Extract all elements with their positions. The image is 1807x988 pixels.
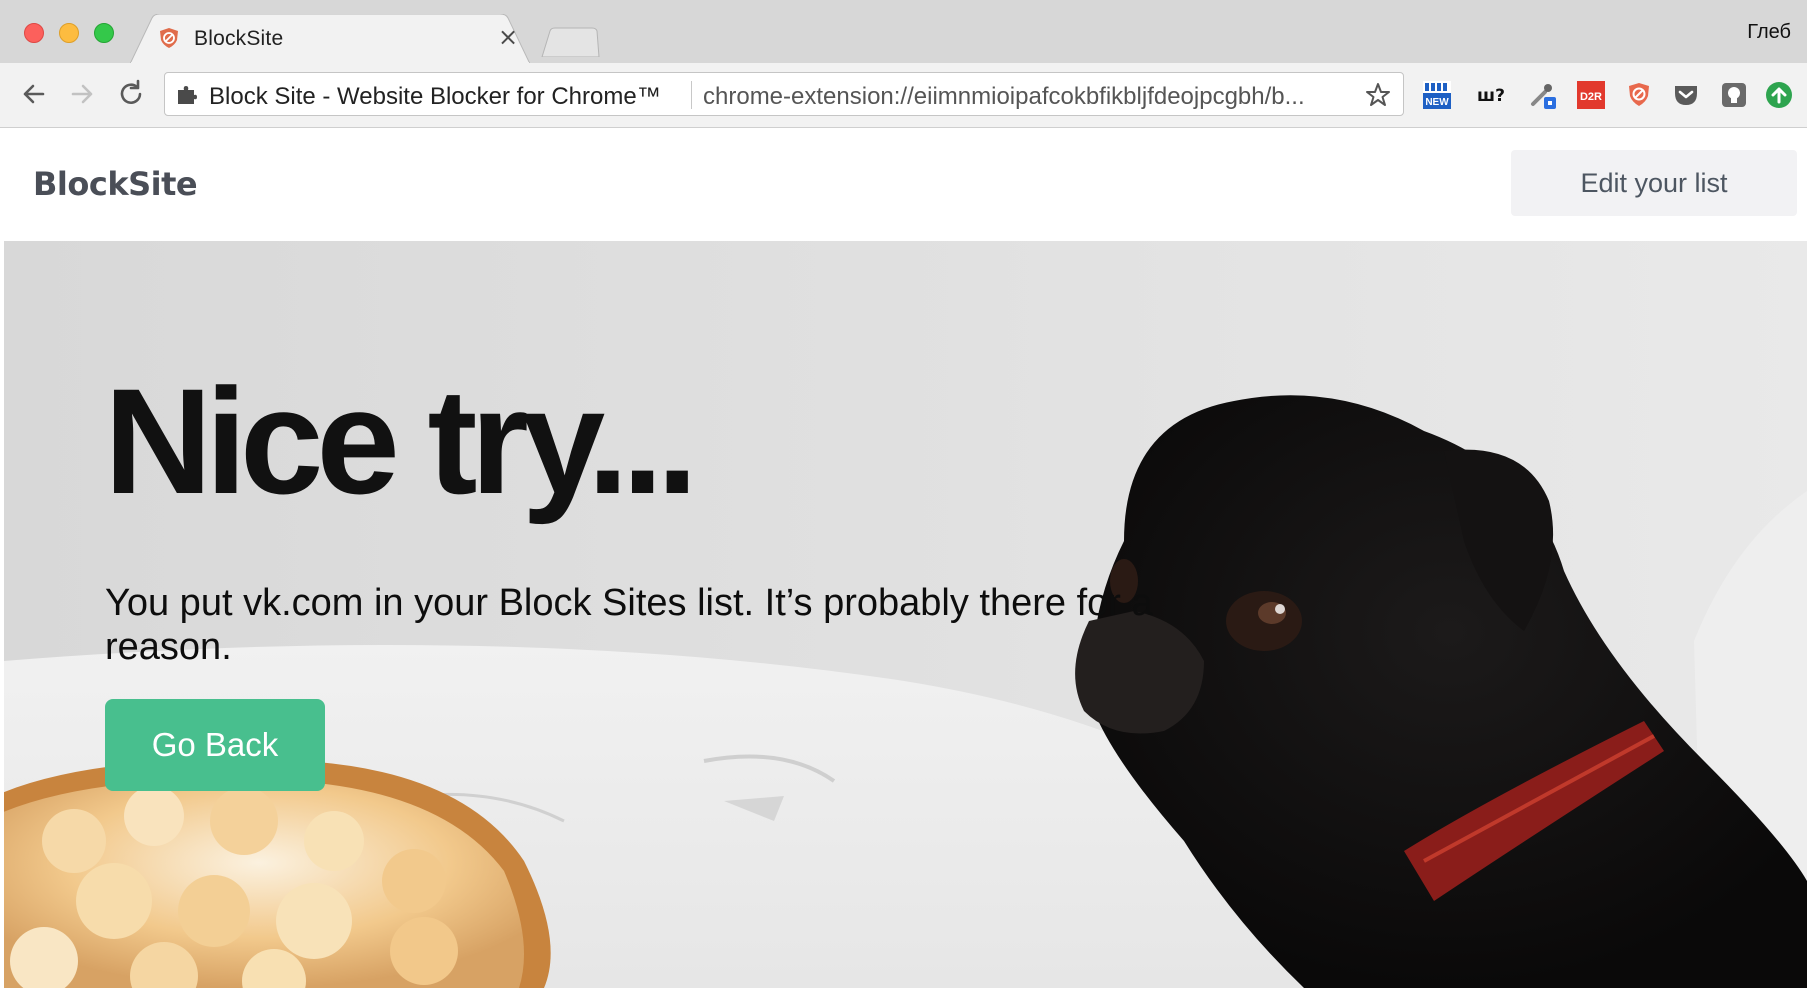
back-arrow-icon[interactable] (17, 77, 51, 111)
blocksite-logo: BlockSite (33, 165, 198, 203)
new-tab-button[interactable] (540, 27, 600, 57)
reload-icon[interactable] (114, 77, 148, 111)
svg-text:ш?: ш? (1477, 86, 1505, 106)
url-text[interactable]: chrome-extension://eiimnmioipafcokbfikbl… (703, 83, 1343, 111)
svg-text:D2R: D2R (1580, 91, 1602, 103)
page-header: BlockSite Edit your list (4, 128, 1807, 241)
tab-title: BlockSite (194, 27, 284, 50)
new-extension-icon[interactable]: NEW (1422, 80, 1452, 110)
extension-name: Block Site - Website Blocker for Chrome™ (209, 83, 661, 110)
edit-list-button[interactable]: Edit your list (1511, 150, 1797, 216)
page-content: BlockSite Edit your list Nice try... You… (4, 128, 1807, 988)
d2r-extension-icon[interactable]: D2R (1576, 80, 1606, 110)
blocked-message: You put vk.com in your Block Sites list.… (105, 582, 1153, 668)
lightbulb-extension-icon[interactable] (1719, 80, 1749, 110)
puzzle-icon (178, 86, 197, 104)
headline: Nice try... (104, 357, 698, 525)
eyedropper-extension-icon[interactable] (1527, 80, 1557, 110)
go-back-button[interactable]: Go Back (105, 699, 325, 791)
tab-strip: BlockSite × Глеб (0, 0, 1807, 64)
pocket-extension-icon[interactable] (1671, 80, 1701, 110)
star-icon[interactable] (1364, 81, 1392, 109)
tab-close-icon[interactable]: × (496, 25, 520, 49)
hero-section: Nice try... You put vk.com in your Block… (4, 241, 1807, 988)
upload-extension-icon[interactable] (1764, 80, 1794, 110)
tab-blocksite[interactable]: BlockSite × (130, 14, 530, 64)
blocksite-shield-icon (160, 28, 178, 48)
svg-text:NEW: NEW (1425, 97, 1449, 108)
blocksite-extension-icon[interactable] (1624, 80, 1654, 110)
browser-toolbar: Block Site - Website Blocker for Chrome™… (0, 63, 1807, 128)
close-window-button[interactable] (24, 23, 44, 43)
omnibox-divider (691, 81, 692, 109)
zoom-window-button[interactable] (94, 23, 114, 43)
profile-name[interactable]: Глеб (1747, 21, 1791, 44)
shrift-extension-icon[interactable]: ш? (1476, 80, 1506, 110)
browser-window: BlockSite × Глеб Block Site - Website Bl… (0, 0, 1807, 988)
address-bar[interactable]: Block Site - Website Blocker for Chrome™… (164, 72, 1404, 116)
forward-arrow-icon[interactable] (65, 77, 99, 111)
minimize-window-button[interactable] (59, 23, 79, 43)
